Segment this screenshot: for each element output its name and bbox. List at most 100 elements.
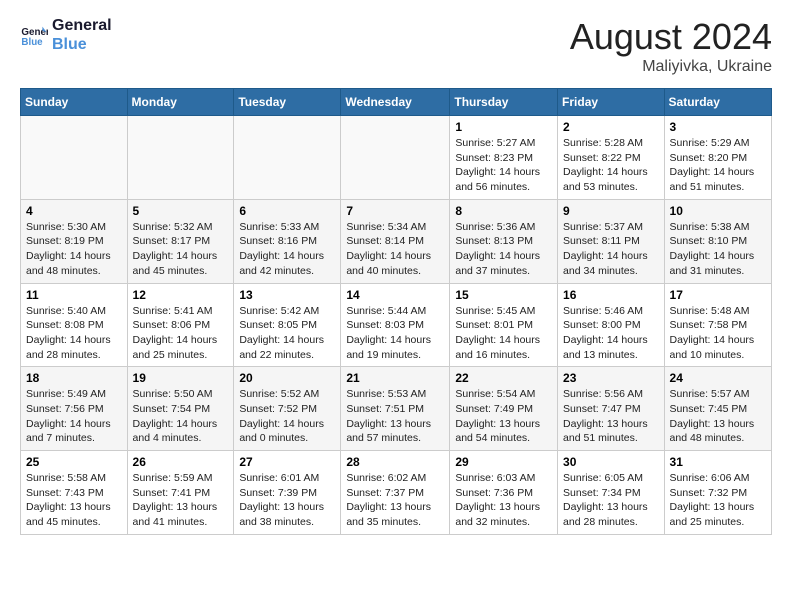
calendar-cell: 26 Sunrise: 5:59 AM Sunset: 7:41 PM Dayli…	[127, 451, 234, 535]
calendar-cell: 7 Sunrise: 5:34 AM Sunset: 8:14 PM Daylig…	[341, 199, 450, 283]
day-info: Sunrise: 5:38 AM Sunset: 8:10 PM Dayligh…	[670, 220, 766, 279]
calendar-cell: 6 Sunrise: 5:33 AM Sunset: 8:16 PM Daylig…	[234, 199, 341, 283]
calendar-cell: 28 Sunrise: 6:02 AM Sunset: 7:37 PM Dayli…	[341, 451, 450, 535]
day-number: 27	[239, 455, 335, 469]
day-info: Sunrise: 5:54 AM Sunset: 7:49 PM Dayligh…	[455, 387, 552, 446]
weekday-header-friday: Friday	[558, 89, 665, 116]
day-number: 28	[346, 455, 444, 469]
weekday-header-thursday: Thursday	[450, 89, 558, 116]
logo-text-line1: General	[52, 16, 112, 35]
calendar-cell: 29 Sunrise: 6:03 AM Sunset: 7:36 PM Dayli…	[450, 451, 558, 535]
calendar-cell: 23 Sunrise: 5:56 AM Sunset: 7:47 PM Dayli…	[558, 367, 665, 451]
day-number: 15	[455, 288, 552, 302]
day-number: 8	[455, 204, 552, 218]
calendar-cell: 5 Sunrise: 5:32 AM Sunset: 8:17 PM Daylig…	[127, 199, 234, 283]
calendar-cell: 27 Sunrise: 6:01 AM Sunset: 7:39 PM Dayli…	[234, 451, 341, 535]
day-number: 16	[563, 288, 659, 302]
day-number: 24	[670, 371, 766, 385]
calendar-cell: 16 Sunrise: 5:46 AM Sunset: 8:00 PM Dayli…	[558, 283, 665, 367]
day-info: Sunrise: 5:32 AM Sunset: 8:17 PM Dayligh…	[133, 220, 229, 279]
calendar-cell: 22 Sunrise: 5:54 AM Sunset: 7:49 PM Dayli…	[450, 367, 558, 451]
day-number: 25	[26, 455, 122, 469]
calendar-cell	[341, 116, 450, 200]
day-info: Sunrise: 6:06 AM Sunset: 7:32 PM Dayligh…	[670, 471, 766, 530]
calendar-cell: 21 Sunrise: 5:53 AM Sunset: 7:51 PM Dayli…	[341, 367, 450, 451]
calendar-cell: 2 Sunrise: 5:28 AM Sunset: 8:22 PM Daylig…	[558, 116, 665, 200]
day-info: Sunrise: 6:01 AM Sunset: 7:39 PM Dayligh…	[239, 471, 335, 530]
calendar-cell: 10Sunrise: 5:38 AM Sunset: 8:10 PM Dayli…	[664, 199, 771, 283]
day-info: Sunrise: 5:53 AM Sunset: 7:51 PM Dayligh…	[346, 387, 444, 446]
day-info: Sunrise: 5:46 AM Sunset: 8:00 PM Dayligh…	[563, 304, 659, 363]
day-number: 21	[346, 371, 444, 385]
day-number: 5	[133, 204, 229, 218]
day-number: 2	[563, 120, 659, 134]
week-row-2: 4 Sunrise: 5:30 AM Sunset: 8:19 PM Daylig…	[21, 199, 772, 283]
day-number: 6	[239, 204, 335, 218]
calendar-cell: 17 Sunrise: 5:48 AM Sunset: 7:58 PM Dayli…	[664, 283, 771, 367]
day-info: Sunrise: 5:48 AM Sunset: 7:58 PM Dayligh…	[670, 304, 766, 363]
calendar-table: SundayMondayTuesdayWednesdayThursdayFrid…	[20, 88, 772, 535]
logo-text-line2: Blue	[52, 35, 112, 54]
day-number: 29	[455, 455, 552, 469]
calendar-cell: 20Sunrise: 5:52 AM Sunset: 7:52 PM Dayli…	[234, 367, 341, 451]
calendar-cell: 13Sunrise: 5:42 AM Sunset: 8:05 PM Dayli…	[234, 283, 341, 367]
day-number: 4	[26, 204, 122, 218]
day-info: Sunrise: 5:49 AM Sunset: 7:56 PM Dayligh…	[26, 387, 122, 446]
day-number: 31	[670, 455, 766, 469]
calendar-cell: 3Sunrise: 5:29 AM Sunset: 8:20 PM Daylig…	[664, 116, 771, 200]
calendar-cell: 4 Sunrise: 5:30 AM Sunset: 8:19 PM Daylig…	[21, 199, 128, 283]
day-number: 23	[563, 371, 659, 385]
week-row-5: 25 Sunrise: 5:58 AM Sunset: 7:43 PM Dayli…	[21, 451, 772, 535]
page-header: General Blue General Blue August 2024 Ma…	[20, 16, 772, 76]
day-info: Sunrise: 5:33 AM Sunset: 8:16 PM Dayligh…	[239, 220, 335, 279]
day-number: 19	[133, 371, 229, 385]
logo: General Blue General Blue	[20, 16, 112, 54]
day-info: Sunrise: 5:57 AM Sunset: 7:45 PM Dayligh…	[670, 387, 766, 446]
weekday-header-tuesday: Tuesday	[234, 89, 341, 116]
calendar-cell: 11Sunrise: 5:40 AM Sunset: 8:08 PM Dayli…	[21, 283, 128, 367]
day-info: Sunrise: 5:42 AM Sunset: 8:05 PM Dayligh…	[239, 304, 335, 363]
calendar-cell: 9 Sunrise: 5:37 AM Sunset: 8:11 PM Daylig…	[558, 199, 665, 283]
day-number: 30	[563, 455, 659, 469]
day-number: 17	[670, 288, 766, 302]
day-number: 26	[133, 455, 229, 469]
weekday-header-row: SundayMondayTuesdayWednesdayThursdayFrid…	[21, 89, 772, 116]
day-number: 14	[346, 288, 444, 302]
day-info: Sunrise: 5:45 AM Sunset: 8:01 PM Dayligh…	[455, 304, 552, 363]
day-info: Sunrise: 6:05 AM Sunset: 7:34 PM Dayligh…	[563, 471, 659, 530]
day-info: Sunrise: 5:37 AM Sunset: 8:11 PM Dayligh…	[563, 220, 659, 279]
calendar-cell: 19 Sunrise: 5:50 AM Sunset: 7:54 PM Dayli…	[127, 367, 234, 451]
calendar-cell: 14Sunrise: 5:44 AM Sunset: 8:03 PM Dayli…	[341, 283, 450, 367]
day-info: Sunrise: 5:50 AM Sunset: 7:54 PM Dayligh…	[133, 387, 229, 446]
calendar-cell: 24 Sunrise: 5:57 AM Sunset: 7:45 PM Dayli…	[664, 367, 771, 451]
day-info: Sunrise: 5:27 AM Sunset: 8:23 PM Dayligh…	[455, 136, 552, 195]
calendar-cell: 25 Sunrise: 5:58 AM Sunset: 7:43 PM Dayli…	[21, 451, 128, 535]
day-info: Sunrise: 5:30 AM Sunset: 8:19 PM Dayligh…	[26, 220, 122, 279]
day-number: 22	[455, 371, 552, 385]
day-info: Sunrise: 5:34 AM Sunset: 8:14 PM Dayligh…	[346, 220, 444, 279]
day-info: Sunrise: 6:03 AM Sunset: 7:36 PM Dayligh…	[455, 471, 552, 530]
day-number: 18	[26, 371, 122, 385]
day-info: Sunrise: 6:02 AM Sunset: 7:37 PM Dayligh…	[346, 471, 444, 530]
day-info: Sunrise: 5:28 AM Sunset: 8:22 PM Dayligh…	[563, 136, 659, 195]
title-block: August 2024 Maliyivka, Ukraine	[570, 16, 772, 76]
day-info: Sunrise: 5:52 AM Sunset: 7:52 PM Dayligh…	[239, 387, 335, 446]
day-info: Sunrise: 5:59 AM Sunset: 7:41 PM Dayligh…	[133, 471, 229, 530]
day-number: 9	[563, 204, 659, 218]
weekday-header-sunday: Sunday	[21, 89, 128, 116]
day-number: 12	[133, 288, 229, 302]
logo-icon: General Blue	[20, 21, 48, 49]
calendar-cell: 18 Sunrise: 5:49 AM Sunset: 7:56 PM Dayli…	[21, 367, 128, 451]
calendar-cell: 31 Sunrise: 6:06 AM Sunset: 7:32 PM Dayli…	[664, 451, 771, 535]
calendar-subtitle: Maliyivka, Ukraine	[570, 58, 772, 76]
weekday-header-saturday: Saturday	[664, 89, 771, 116]
day-number: 7	[346, 204, 444, 218]
weekday-header-monday: Monday	[127, 89, 234, 116]
day-number: 11	[26, 288, 122, 302]
calendar-cell: 30 Sunrise: 6:05 AM Sunset: 7:34 PM Dayli…	[558, 451, 665, 535]
week-row-4: 18 Sunrise: 5:49 AM Sunset: 7:56 PM Dayli…	[21, 367, 772, 451]
day-info: Sunrise: 5:58 AM Sunset: 7:43 PM Dayligh…	[26, 471, 122, 530]
day-info: Sunrise: 5:56 AM Sunset: 7:47 PM Dayligh…	[563, 387, 659, 446]
weekday-header-wednesday: Wednesday	[341, 89, 450, 116]
calendar-cell: 1Sunrise: 5:27 AM Sunset: 8:23 PM Daylig…	[450, 116, 558, 200]
